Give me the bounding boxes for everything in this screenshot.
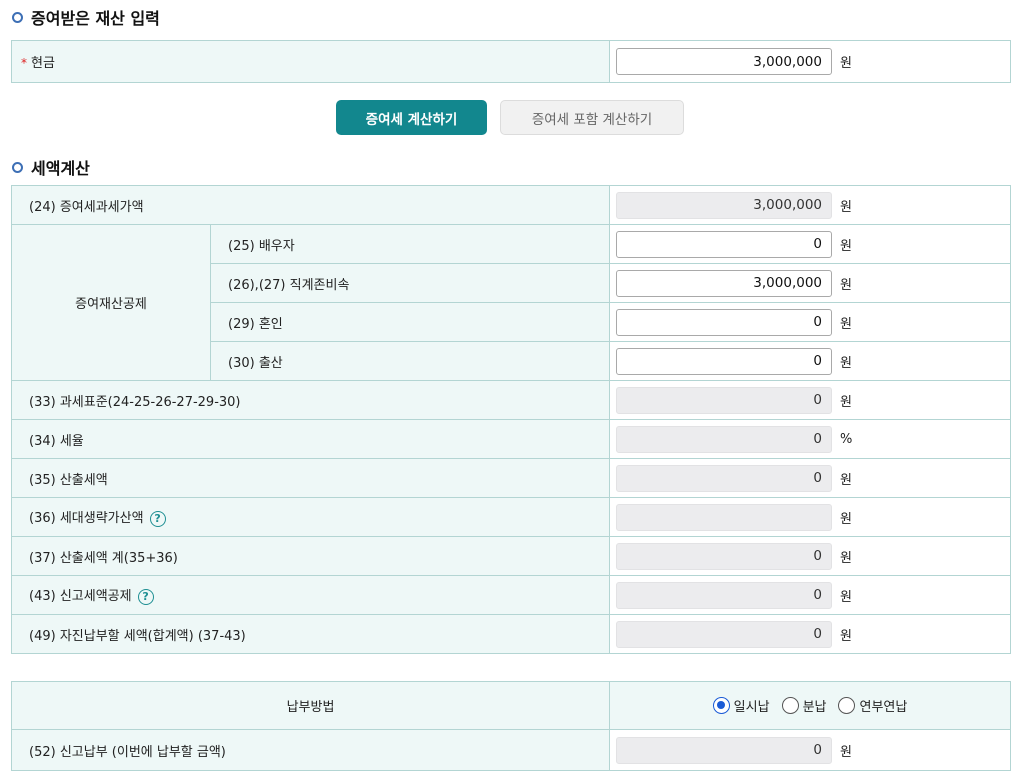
row37-label: (37) 산출세액 계(35+36) [10, 536, 611, 576]
row25-input[interactable] [616, 230, 833, 258]
deduction-group-label: 증여재산공제 [11, 224, 211, 381]
row52-value [616, 736, 832, 764]
table-row: (36) 세대생략가산액? 원 [10, 497, 1012, 537]
table-row: (33) 과세표준(24-25-26-27-29-30) 원 [10, 380, 1012, 420]
row2627-label: (26),(27) 직계존비속 [209, 263, 611, 303]
row36-value [616, 503, 833, 531]
unit-label: 원 [840, 56, 852, 71]
row29-input[interactable] [616, 308, 833, 336]
row33-value [616, 386, 833, 414]
help-icon[interactable]: ? [137, 588, 154, 605]
cash-label: 현금 [31, 56, 55, 71]
table-row: * 현금 원 [11, 40, 1011, 83]
calc-section-title: 세액계산 [12, 156, 90, 178]
calc-table: (24) 증여세과세가액 원 증여재산공제 (25) 배우자 원 (26),(2… [10, 185, 1012, 654]
row25-label: (25) 배우자 [209, 224, 611, 264]
unit-label: 원 [840, 316, 852, 332]
table-row: (43) 신고세액공제? 원 [10, 575, 1012, 615]
row43-value [616, 581, 833, 609]
unit-label: 원 [840, 472, 852, 488]
unit-label: 원 [840, 277, 852, 293]
help-icon[interactable]: ? [149, 510, 166, 527]
row24-label: (24) 증여세과세가액 [10, 185, 611, 225]
row34-label: (34) 세율 [10, 419, 611, 459]
table-row: (52) 신고납부 (이번에 납부할 금액) 원 [11, 729, 1011, 771]
cash-input[interactable] [616, 48, 832, 75]
bullet-ring-icon [12, 161, 23, 173]
required-mark: * [21, 56, 27, 70]
row29-label: (29) 혼인 [209, 302, 611, 342]
payment-table: 납부방법 일시납 분납 연부연납 (52) 신고납부 (이번에 납부할 금액) [11, 681, 1011, 771]
input-section-title: 증여받은 재산 입력 [12, 6, 160, 28]
row37-value [616, 542, 833, 570]
table-row: 납부방법 일시납 분납 연부연납 [11, 681, 1011, 730]
row49-label: (49) 자진납부할 세액(합계액) (37-43) [10, 614, 611, 654]
unit-percent-label: % [840, 431, 853, 447]
calc-incl-button[interactable]: 증여세 포함 계산하기 [500, 100, 684, 135]
unit-label: 원 [840, 394, 852, 410]
row52-label: (52) 신고납부 (이번에 납부할 금액) [11, 729, 610, 771]
row35-label: (35) 산출세액 [10, 458, 611, 498]
radio-annual-installment[interactable]: 연부연납 [838, 696, 907, 715]
row30-label: (30) 출산 [209, 341, 611, 381]
unit-label: 원 [840, 550, 852, 566]
unit-label: 원 [840, 511, 852, 527]
row2627-input[interactable] [616, 269, 833, 297]
radio-icon[interactable] [838, 697, 856, 714]
payment-method-label: 납부방법 [11, 681, 610, 730]
table-row: (34) 세율 % [10, 419, 1012, 459]
calc-button[interactable]: 증여세 계산하기 [336, 100, 487, 135]
unit-label: 원 [840, 238, 852, 254]
row34-value [616, 425, 833, 453]
bullet-ring-icon [12, 11, 23, 23]
row33-label: (33) 과세표준(24-25-26-27-29-30) [10, 380, 611, 420]
row30-input[interactable] [616, 347, 833, 375]
unit-label: 원 [840, 589, 852, 605]
radio-icon[interactable] [781, 697, 799, 714]
radio-selected-icon[interactable] [712, 697, 730, 714]
table-row: (35) 산출세액 원 [10, 458, 1012, 498]
table-row: 증여재산공제 (25) 배우자 원 [11, 224, 1012, 381]
payment-method-radio-group: 일시납 분납 연부연납 [610, 696, 1010, 715]
radio-lump-sum[interactable]: 일시납 [712, 696, 770, 715]
unit-label: 원 [840, 355, 852, 371]
table-row: (49) 자진납부할 세액(합계액) (37-43) 원 [10, 614, 1012, 654]
row35-value [616, 464, 833, 492]
radio-installment[interactable]: 분납 [781, 696, 826, 715]
unit-label: 원 [840, 744, 852, 760]
input-table: * 현금 원 [11, 40, 1011, 83]
row43-label: (43) 신고세액공제 [29, 589, 132, 605]
row49-value [616, 620, 833, 648]
row24-value [616, 191, 833, 219]
row36-label: (36) 세대생략가산액 [29, 511, 144, 527]
table-row: (37) 산출세액 계(35+36) 원 [10, 536, 1012, 576]
unit-label: 원 [840, 199, 852, 215]
unit-label: 원 [840, 628, 852, 644]
table-row: (24) 증여세과세가액 원 [10, 185, 1012, 225]
